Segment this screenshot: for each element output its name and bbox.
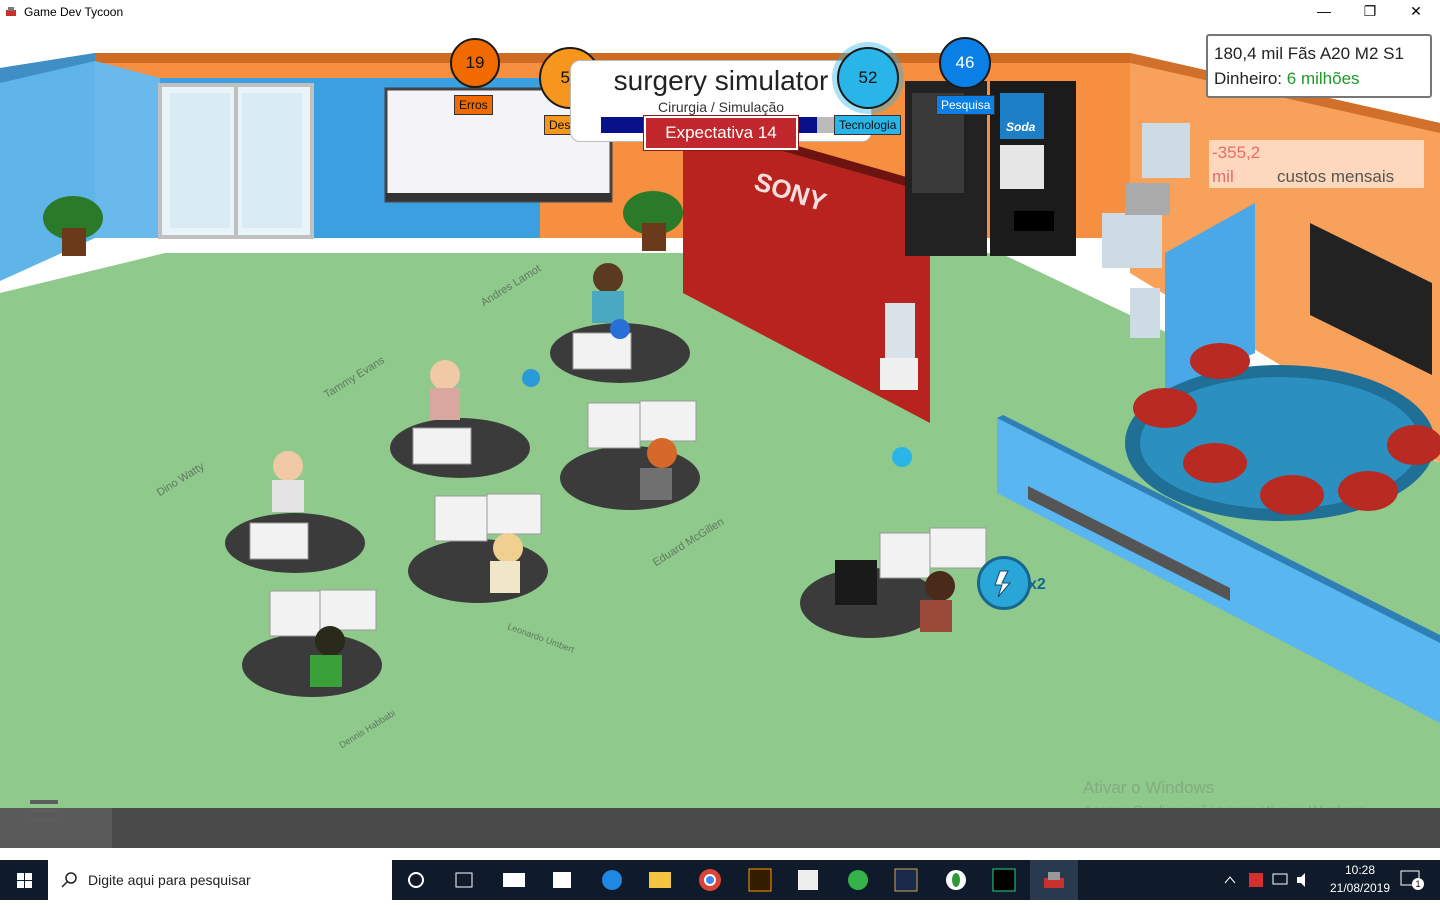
menu-icon[interactable] [30, 800, 58, 824]
volume-icon[interactable] [1292, 860, 1316, 900]
clock-time: 10:28 [1344, 863, 1376, 877]
minimize-button[interactable]: — [1301, 0, 1347, 23]
pycharm-icon[interactable] [980, 860, 1028, 900]
mail-icon[interactable] [490, 860, 538, 900]
lightning-icon [994, 570, 1012, 598]
windows-taskbar: Digite aqui para pesquisar 10:28 21/08/2… [0, 860, 1440, 900]
store-icon[interactable] [538, 860, 586, 900]
project-name: surgery simulator [613, 65, 829, 96]
app-icon [6, 7, 16, 16]
xbox-icon[interactable] [834, 860, 882, 900]
maximize-button[interactable]: ❐ [1347, 0, 1393, 23]
boost-multiplier: x2 [1028, 576, 1046, 593]
game-bottom-bar [0, 808, 1440, 848]
chevron-up-icon[interactable] [1218, 860, 1242, 900]
start-button[interactable] [0, 860, 48, 900]
notifications-icon[interactable]: 1 [1392, 860, 1440, 900]
money-label: Dinheiro: [1214, 69, 1287, 88]
chrome-icon[interactable] [686, 860, 734, 900]
bugs-label: Erros [454, 95, 493, 115]
antivirus-icon[interactable] [1244, 860, 1268, 900]
close-button[interactable]: ✕ [1393, 0, 1439, 23]
clock-date: 21/08/2019 [1329, 881, 1391, 895]
cost-value: -355,2 [1212, 143, 1261, 162]
search-icon [61, 872, 77, 888]
research-label: Pesquisa [936, 95, 996, 115]
cost-unit: mil [1212, 167, 1234, 186]
taskbar-search-box[interactable]: Digite aqui para pesquisar [48, 860, 392, 900]
research-value: 46 [955, 53, 975, 72]
project-genre: Cirurgia / Simulação [657, 99, 785, 115]
bugs-counter[interactable]: 19 [450, 38, 500, 88]
fans-and-date: 180,4 mil Fãs A20 M2 S1 [1214, 44, 1404, 63]
network-icon[interactable] [1268, 860, 1292, 900]
task-view-icon[interactable] [440, 860, 488, 900]
monthly-costs: -355,2 mil custos mensais [1209, 140, 1424, 188]
python-icon[interactable] [784, 860, 832, 900]
tech-value: 52 [858, 68, 878, 87]
file-explorer-icon[interactable] [636, 860, 684, 900]
activation-watermark-title: Ativar o Windows [1083, 778, 1215, 797]
company-stats-panel[interactable]: 180,4 mil Fãs A20 M2 S1 Dinheiro: 6 milh… [1206, 34, 1432, 98]
illustrator-icon[interactable] [736, 860, 784, 900]
window-title: Game Dev Tycoon [24, 5, 124, 19]
edge-icon[interactable] [588, 860, 636, 900]
tech-label: Tecnologia [834, 115, 902, 135]
hype-badge: Expectativa 14 [643, 115, 799, 151]
leaf-app-icon[interactable] [932, 860, 980, 900]
notification-count: 1 [1412, 878, 1424, 890]
league-icon[interactable] [882, 860, 930, 900]
money-line: Dinheiro: 6 milhões [1214, 69, 1360, 89]
cost-label: custos mensais [1277, 167, 1395, 186]
cortana-icon[interactable] [392, 860, 440, 900]
game-dev-tycoon-taskbar-icon[interactable] [1030, 860, 1078, 900]
soda-sign: Soda [1006, 120, 1036, 134]
money-value: 6 milhões [1286, 69, 1360, 88]
search-placeholder: Digite aqui para pesquisar [88, 872, 251, 888]
bugs-value: 19 [465, 53, 485, 72]
game-viewport[interactable]: SONY Soda Andres Lamot Tammy Evans Dino … [0, 23, 1440, 848]
windows-icon [17, 873, 32, 888]
research-counter[interactable]: 46 [939, 37, 991, 89]
boost-button[interactable] [977, 556, 1031, 610]
window-titlebar: Game Dev Tycoon — ❐ ✕ [0, 0, 1440, 23]
tech-counter[interactable]: 52 [837, 47, 899, 109]
